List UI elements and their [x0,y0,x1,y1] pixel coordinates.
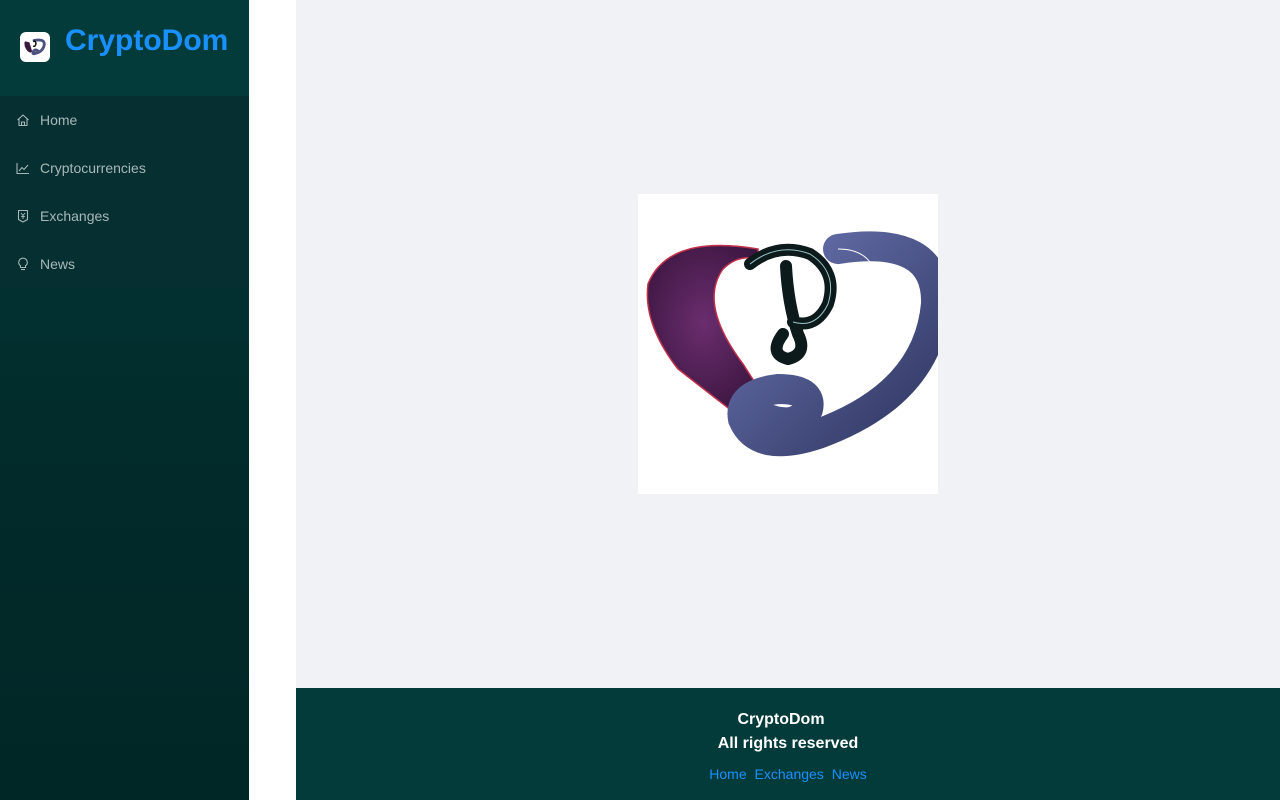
money-collect-icon [16,209,30,223]
content-gutter [249,0,296,800]
sidebar-item-label: News [40,256,76,272]
sidebar-menu: Home Cryptocurrencies Exchanges News [0,96,249,288]
line-chart-icon [16,161,30,175]
home-icon [16,113,30,127]
brand-title[interactable]: CryptoDom [65,18,228,64]
cryptodom-logo-icon [646,231,938,457]
bulb-icon [16,257,30,271]
footer-link-exchanges[interactable]: Exchanges [755,766,824,782]
sidebar-item-label: Home [40,112,78,128]
footer-rights: All rights reserved [717,735,859,752]
loader-card [638,194,938,494]
sidebar-item-label: Exchanges [40,208,110,224]
sidebar-item-news[interactable]: News [0,240,249,288]
sidebar-item-label: Cryptocurrencies [40,160,146,176]
brand-logo-icon[interactable] [20,32,50,62]
footer-link-news[interactable]: News [832,766,867,782]
footer: CryptoDom All rights reserved Home Excha… [296,688,1280,800]
sidebar-item-exchanges[interactable]: Exchanges [0,192,249,240]
sidebar-item-cryptocurrencies[interactable]: Cryptocurrencies [0,144,249,192]
sidebar-item-home[interactable]: Home [0,96,249,144]
footer-title[interactable]: CryptoDom [296,710,1280,730]
footer-links: Home Exchanges News [296,766,1280,782]
sidebar: CryptoDom Home Cryptocurrencies Exchange… [0,0,249,800]
brand-header: CryptoDom [0,0,249,96]
main-content [296,0,1280,688]
footer-link-home[interactable]: Home [709,766,746,782]
